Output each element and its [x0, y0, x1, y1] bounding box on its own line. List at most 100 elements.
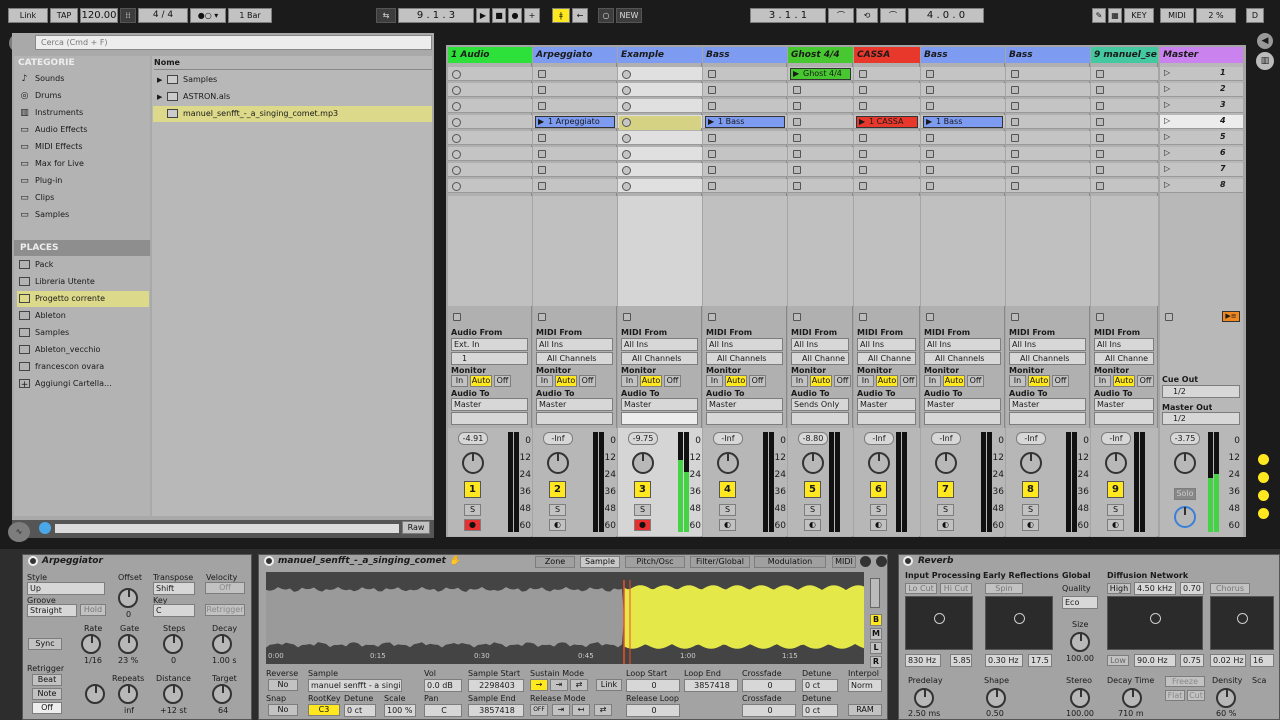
- stop-clips-icon[interactable]: [1011, 313, 1019, 321]
- scene-play-icon[interactable]: ▷: [1164, 68, 1170, 77]
- monitor-auto-button[interactable]: Auto: [470, 375, 492, 387]
- monitor-off-button[interactable]: Off: [900, 375, 917, 387]
- monitor-in-button[interactable]: In: [857, 375, 874, 387]
- track-title[interactable]: CASSA: [854, 47, 920, 63]
- scene-play-icon[interactable]: ▷: [1164, 164, 1170, 173]
- stop-slot-icon[interactable]: [1096, 102, 1104, 110]
- transpose-select[interactable]: Shift: [153, 582, 195, 595]
- loop-start-field[interactable]: 0: [626, 679, 680, 692]
- stop-slot-icon[interactable]: [926, 150, 934, 158]
- record-slot-icon[interactable]: [452, 134, 461, 143]
- predelay-knob[interactable]: [914, 688, 934, 708]
- midi-map-button[interactable]: MIDI: [1160, 8, 1194, 23]
- monitor-in-button[interactable]: In: [1094, 375, 1111, 387]
- solo-button[interactable]: S: [870, 504, 887, 516]
- track-activator-button[interactable]: 3: [634, 481, 651, 498]
- back-to-arrangement-icon[interactable]: ←: [572, 8, 588, 23]
- sampler-tab[interactable]: Zone: [535, 556, 575, 568]
- stop-clips-icon[interactable]: [1096, 313, 1104, 321]
- place-item[interactable]: Libreria Utente: [17, 274, 149, 290]
- density-knob[interactable]: [1216, 688, 1236, 708]
- steps-knob[interactable]: [163, 634, 183, 654]
- stop-slot-icon[interactable]: [1096, 150, 1104, 158]
- category-item[interactable]: ◎ Drums: [17, 88, 149, 104]
- sustain-mode-fwd-icon[interactable]: ⇥: [550, 679, 568, 691]
- sampler-tab[interactable]: Pitch/Osc: [625, 556, 685, 568]
- early-reflections-display[interactable]: [985, 596, 1053, 650]
- channel-select[interactable]: All Channe: [857, 352, 916, 365]
- place-item[interactable]: francescon ovara: [17, 359, 149, 375]
- pan-knob[interactable]: [1020, 452, 1042, 474]
- release-off-button[interactable]: OFF: [530, 704, 548, 716]
- record-slot-icon[interactable]: [622, 166, 631, 175]
- stop-all-clips-icon[interactable]: [1165, 313, 1173, 321]
- category-item[interactable]: ▭ MIDI Effects: [17, 139, 149, 155]
- input-select[interactable]: Ext. In: [451, 338, 528, 351]
- arm-icon[interactable]: ◐: [719, 519, 736, 531]
- input-select[interactable]: All Ins: [791, 338, 849, 351]
- sample-field[interactable]: manuel senfft - a singi: [308, 679, 402, 692]
- key-map-button[interactable]: KEY: [1124, 8, 1154, 23]
- section-toggle-icon[interactable]: [1258, 508, 1269, 519]
- stop-slot-icon[interactable]: [1011, 150, 1019, 158]
- decay-knob[interactable]: [212, 634, 232, 654]
- scene-launch[interactable]: ▷ 1: [1160, 67, 1243, 81]
- name-column-header[interactable]: Nome: [154, 58, 432, 70]
- place-item[interactable]: Pack: [17, 257, 149, 273]
- scale-field[interactable]: 100 %: [384, 704, 416, 717]
- track-title[interactable]: 1 Audio: [448, 47, 532, 63]
- stop-slot-icon[interactable]: [793, 150, 801, 158]
- freeze-button[interactable]: Freeze: [1165, 676, 1205, 687]
- loop-icon[interactable]: ⟲: [856, 8, 878, 23]
- pan-knob[interactable]: [935, 452, 957, 474]
- pan-knob[interactable]: [462, 452, 484, 474]
- stop-slot-icon[interactable]: [926, 70, 934, 78]
- monitor-auto-button[interactable]: Auto: [810, 375, 832, 387]
- output-select[interactable]: Master: [536, 398, 613, 411]
- record-slot-icon[interactable]: [452, 166, 461, 175]
- cue-volume-knob[interactable]: [1174, 506, 1196, 528]
- sampler-tab[interactable]: Filter/Global: [690, 556, 750, 568]
- scene-launch[interactable]: ▷ 4: [1160, 115, 1243, 129]
- place-item[interactable]: Progetto corrente: [17, 291, 149, 307]
- xy-handle-icon[interactable]: [1237, 613, 1248, 624]
- scene-play-icon[interactable]: ▷: [1164, 148, 1170, 157]
- channel-view-button[interactable]: R: [870, 656, 882, 668]
- monitor-off-button[interactable]: Off: [749, 375, 766, 387]
- track-activator-button[interactable]: 7: [937, 481, 954, 498]
- retrigger-knob[interactable]: [85, 684, 105, 704]
- gate-knob[interactable]: [118, 634, 138, 654]
- pan-knob[interactable]: [868, 452, 890, 474]
- repeats-knob[interactable]: [118, 684, 138, 704]
- channel-select[interactable]: All Channels: [621, 352, 698, 365]
- output-channel-select[interactable]: [451, 412, 528, 425]
- chorus-display[interactable]: [1210, 596, 1274, 650]
- stop-slot-icon[interactable]: [926, 182, 934, 190]
- stop-slot-icon[interactable]: [859, 182, 867, 190]
- metronome-button[interactable]: ●○ ▾: [190, 8, 226, 23]
- stop-clips-icon[interactable]: [453, 313, 461, 321]
- stop-slot-icon[interactable]: [708, 86, 716, 94]
- release-loop-field[interactable]: 0: [626, 704, 680, 717]
- stop-slot-icon[interactable]: [859, 150, 867, 158]
- stop-clips-icon[interactable]: [708, 313, 716, 321]
- section-toggle-icon[interactable]: [1258, 472, 1269, 483]
- record-slot-icon[interactable]: [452, 182, 461, 191]
- solo-button[interactable]: S: [634, 504, 651, 516]
- monitor-in-button[interactable]: In: [1009, 375, 1026, 387]
- stop-slot-icon[interactable]: [1011, 86, 1019, 94]
- tempo-field[interactable]: 120.00: [80, 8, 118, 23]
- stop-slot-icon[interactable]: [708, 150, 716, 158]
- selected-slot[interactable]: [619, 116, 701, 130]
- stop-slot-icon[interactable]: [1096, 118, 1104, 126]
- arm-icon[interactable]: ●: [634, 519, 651, 531]
- time-signature[interactable]: 4 / 4: [138, 8, 188, 23]
- stop-slot-icon[interactable]: [859, 70, 867, 78]
- arm-icon[interactable]: ◐: [870, 519, 887, 531]
- sustain-mode-on-icon[interactable]: →: [530, 679, 548, 691]
- record-slot-icon[interactable]: [622, 134, 631, 143]
- record-slot-icon[interactable]: [622, 70, 631, 79]
- monitor-in-button[interactable]: In: [451, 375, 468, 387]
- track-activator-button[interactable]: 1: [464, 481, 481, 498]
- high-button[interactable]: High: [1107, 583, 1131, 594]
